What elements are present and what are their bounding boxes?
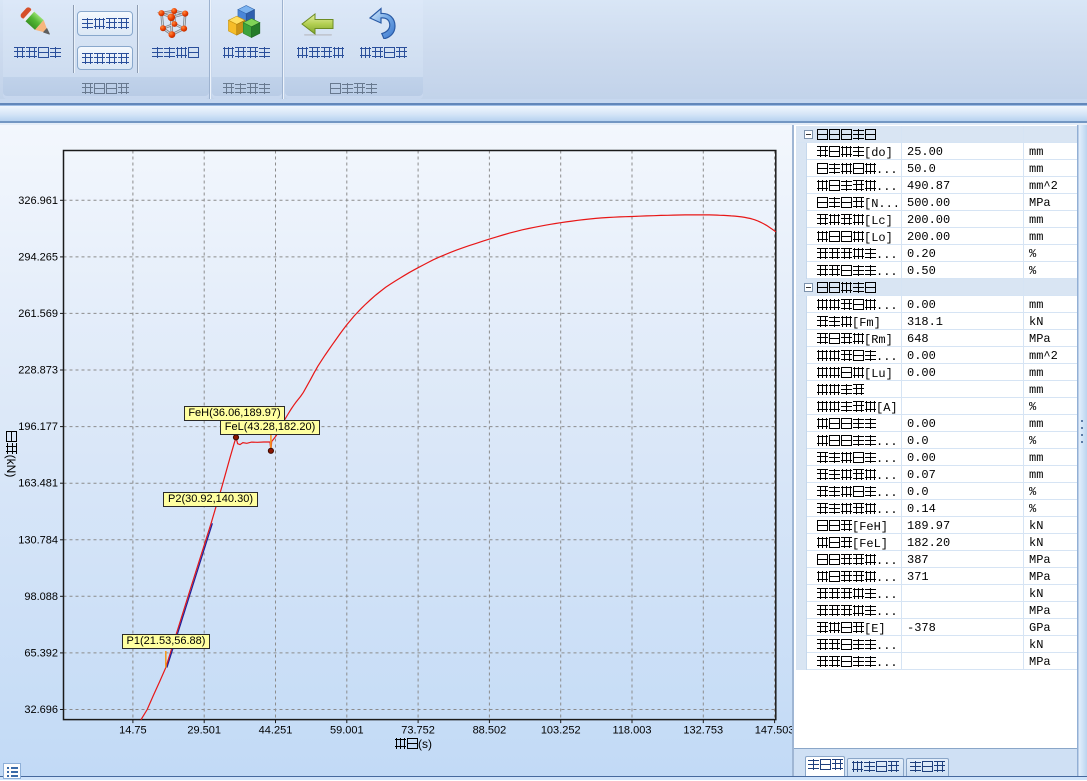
svg-text:73.752: 73.752 [401, 725, 435, 737]
svg-text:163.481: 163.481 [18, 478, 58, 490]
svg-text:228.873: 228.873 [18, 365, 58, 377]
svg-text:118.003: 118.003 [613, 725, 652, 737]
svg-text:98.088: 98.088 [24, 591, 58, 603]
svg-text:147.503: 147.503 [755, 725, 793, 737]
svg-text:29.501: 29.501 [187, 725, 221, 737]
svg-text:32.696: 32.696 [24, 704, 58, 716]
svg-text:326.961: 326.961 [18, 195, 58, 207]
svg-text:196.177: 196.177 [18, 421, 58, 433]
svg-text:14.75: 14.75 [119, 725, 147, 737]
svg-text:130.784: 130.784 [18, 534, 58, 546]
svg-text:65.392: 65.392 [24, 647, 58, 659]
svg-text:88.502: 88.502 [473, 725, 507, 737]
svg-text:44.251: 44.251 [259, 725, 293, 737]
svg-text:294.265: 294.265 [18, 251, 58, 263]
svg-text:103.252: 103.252 [541, 725, 581, 737]
svg-text:59.001: 59.001 [330, 725, 364, 737]
svg-text:261.569: 261.569 [18, 308, 58, 320]
svg-text:132.753: 132.753 [683, 725, 723, 737]
